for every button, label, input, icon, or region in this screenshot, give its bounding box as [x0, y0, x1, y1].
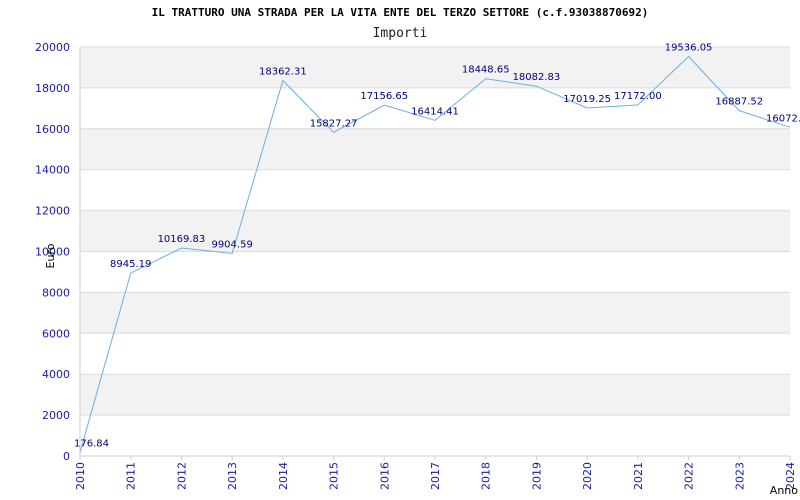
x-tick-label: 2022 — [683, 462, 696, 490]
y-tick-label: 16000 — [35, 123, 70, 136]
data-label: 9904.59 — [211, 239, 252, 250]
x-tick-label: 2012 — [175, 462, 188, 490]
y-tick-label: 12000 — [35, 205, 70, 218]
data-label: 16414.41 — [411, 106, 459, 117]
y-axis-label: Euro — [44, 243, 57, 268]
grid-band — [80, 210, 790, 252]
x-tick-label: 2021 — [632, 462, 645, 490]
data-label: 10169.83 — [158, 234, 206, 245]
y-tick-label: 6000 — [42, 327, 70, 340]
data-label: 17019.25 — [563, 94, 611, 105]
x-tick-label: 2016 — [378, 462, 391, 490]
x-tick-label: 2013 — [226, 462, 239, 490]
grid-band — [80, 374, 790, 416]
x-tick-label: 2014 — [277, 462, 290, 490]
grid-bands — [80, 47, 790, 416]
y-tick-label: 0 — [63, 450, 70, 463]
data-label: 17156.65 — [360, 91, 408, 102]
y-tick-label: 2000 — [42, 409, 70, 422]
data-label: 16072.7 — [766, 113, 800, 124]
x-tick-labels: 2010 2011 2012 2013 2014 2015 2016 2017 2018 2019… — [74, 462, 797, 490]
data-label: 19536.05 — [665, 42, 713, 53]
y-tick-label: 20000 — [35, 41, 70, 54]
data-label: 8945.19 — [110, 259, 151, 270]
line-chart: 0200040006000800010000120001400016000180… — [35, 41, 800, 497]
y-tick-label: 8000 — [42, 286, 70, 299]
y-tick-label: 18000 — [35, 82, 70, 95]
x-tick-label: 2023 — [733, 462, 746, 490]
x-tick-label: 2020 — [581, 462, 594, 490]
x-axis-label: Anno — [770, 484, 798, 497]
x-tick-label: 2015 — [328, 462, 341, 490]
data-label: 18362.31 — [259, 66, 307, 77]
x-tick-label: 2019 — [530, 462, 543, 490]
data-label: 15827.27 — [310, 118, 358, 129]
grid-band — [80, 128, 790, 170]
data-label: 17172.00 — [614, 91, 662, 102]
data-label: 18082.83 — [513, 72, 561, 83]
data-label: 18448.65 — [462, 65, 510, 76]
x-tick-label: 2017 — [429, 462, 442, 490]
y-tick-label: 4000 — [42, 368, 70, 381]
x-tick-label: 2010 — [74, 462, 87, 490]
data-label: 16887.52 — [715, 97, 763, 108]
data-label: 176.84 — [74, 438, 109, 449]
x-tick-label: 2011 — [125, 462, 138, 490]
y-tick-label: 14000 — [35, 164, 70, 177]
x-tick-label: 2018 — [480, 462, 493, 490]
grid-band — [80, 292, 790, 334]
